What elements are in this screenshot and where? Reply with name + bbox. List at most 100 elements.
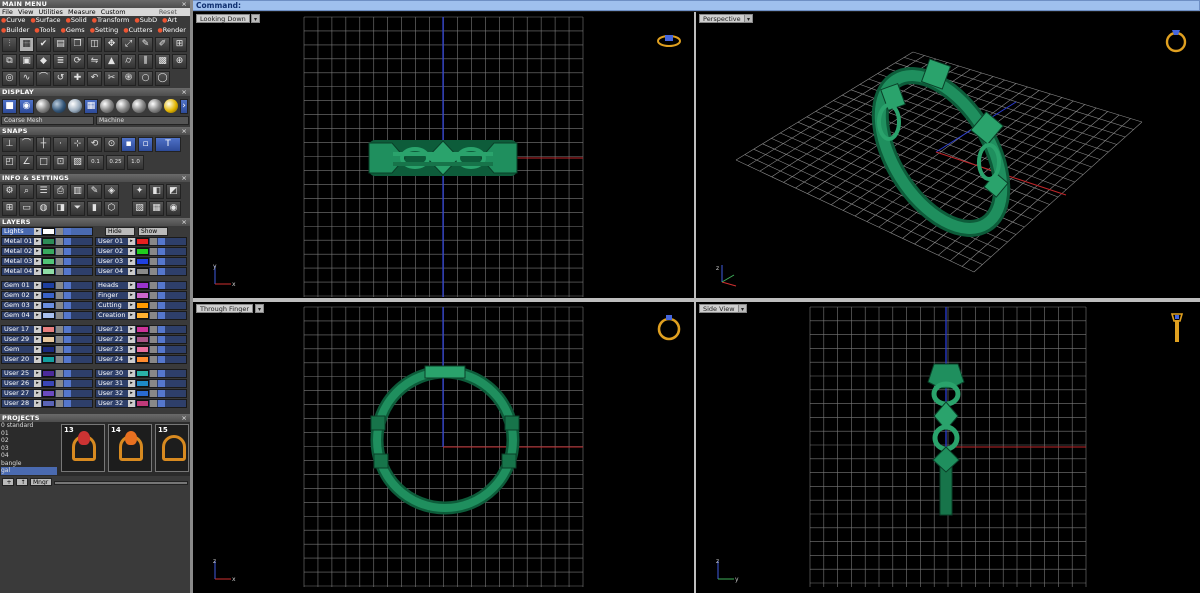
shader-ball-icon[interactable]: [100, 99, 115, 113]
menu-measure[interactable]: Measure: [68, 8, 96, 16]
layer-color-swatch[interactable]: [42, 369, 55, 377]
mesh-dropdown[interactable]: Coarse Mesh: [1, 116, 94, 125]
viewport-looking-down[interactable]: Looking Down ▾ yx: [193, 12, 694, 298]
join-icon[interactable]: ⊕: [172, 54, 187, 69]
layer-arrow-icon[interactable]: ▸: [34, 311, 41, 319]
layer-color-swatch[interactable]: [42, 389, 55, 397]
lock-icon[interactable]: [150, 257, 157, 265]
cross-icon[interactable]: ✚: [70, 71, 85, 86]
layer-item[interactable]: Metal 04 ▸: [1, 266, 93, 276]
light-icon[interactable]: ✦: [132, 184, 147, 199]
lock-icon[interactable]: [56, 379, 63, 387]
lights-layer[interactable]: Lights ▸: [1, 226, 93, 236]
layer-arrow-icon[interactable]: ▸: [128, 399, 135, 407]
layer-item[interactable]: Metal 03 ▸: [1, 256, 93, 266]
bulb-icon[interactable]: [158, 369, 165, 377]
layer-item[interactable]: User 22 ▸: [95, 334, 187, 344]
lock-icon[interactable]: [150, 237, 157, 245]
project-item[interactable]: 01: [1, 430, 57, 438]
mesh-icon[interactable]: ⬡: [104, 201, 119, 216]
grid-icon[interactable]: ▦: [19, 37, 34, 52]
layer-arrow-icon[interactable]: ▸: [34, 291, 41, 299]
camera-icon[interactable]: ◩: [166, 184, 181, 199]
layer-arrow-icon[interactable]: ▸: [34, 281, 41, 289]
bulb-icon[interactable]: [158, 281, 165, 289]
layer-item[interactable]: User 31 ▸: [95, 378, 187, 388]
project-item[interactable]: 04: [1, 452, 57, 460]
project-item[interactable]: 0 standard: [1, 422, 57, 430]
scale-icon[interactable]: ⤢: [121, 37, 136, 52]
viewport-through-finger[interactable]: Through Finger ▾ zx: [193, 302, 694, 593]
bend-icon[interactable]: ↶: [87, 71, 102, 86]
bulb-icon[interactable]: [158, 325, 165, 333]
lock-icon[interactable]: [56, 335, 63, 343]
ring-icon[interactable]: ◎: [2, 71, 17, 86]
viewport-menu-icon[interactable]: ▾: [251, 14, 260, 23]
layer-arrow-icon[interactable]: ▸: [128, 345, 135, 353]
shader-dropdown[interactable]: Machine: [96, 116, 189, 125]
module-subd[interactable]: SubD: [140, 16, 157, 24]
module-builder[interactable]: Builder: [6, 26, 29, 34]
menu-view[interactable]: View: [18, 8, 33, 16]
pen-icon[interactable]: ✎: [138, 37, 153, 52]
bulb-icon[interactable]: [64, 399, 71, 407]
layer-item[interactable]: Heads ▸: [95, 280, 187, 290]
layer-arrow-icon[interactable]: ▸: [34, 267, 41, 275]
flip-icon[interactable]: ⇋: [87, 54, 102, 69]
up-project-button[interactable]: ↑: [16, 478, 28, 486]
reset-button[interactable]: Reset: [159, 8, 177, 16]
tiles-icon[interactable]: ⊞: [2, 201, 17, 216]
shader-ball-icon[interactable]: [116, 99, 131, 113]
layer-color-swatch[interactable]: [42, 301, 55, 309]
layer-item[interactable]: User 03 ▸: [95, 256, 187, 266]
layout-icon[interactable]: ◨: [53, 201, 68, 216]
layer-color-swatch[interactable]: [42, 247, 55, 255]
module-solid[interactable]: Solid: [71, 16, 87, 24]
layer-color-swatch[interactable]: [136, 345, 149, 353]
viewport-label[interactable]: Looking Down: [196, 14, 250, 23]
lock-icon[interactable]: [56, 237, 63, 245]
layer-color-swatch[interactable]: [42, 267, 55, 275]
layer-item[interactable]: User 32 ▸: [95, 388, 187, 398]
layer-color-swatch[interactable]: [42, 281, 55, 289]
layer-arrow-icon[interactable]: ▸: [34, 247, 41, 255]
layer-item[interactable]: Gem 02 ▸: [1, 290, 93, 300]
lock-icon[interactable]: [150, 325, 157, 333]
frame-icon[interactable]: ◫: [87, 37, 102, 52]
orbit-icon[interactable]: ◯: [155, 71, 170, 86]
spiral-icon[interactable]: ֍: [121, 71, 136, 86]
bulb-icon[interactable]: [158, 257, 165, 265]
layer-item[interactable]: Gem ▸: [1, 344, 93, 354]
stack-icon[interactable]: ≣: [53, 54, 68, 69]
lock-icon[interactable]: [56, 267, 63, 275]
snap-value-2[interactable]: 0.25: [106, 155, 125, 170]
box-icon[interactable]: ▣: [19, 54, 34, 69]
bulb-icon[interactable]: [158, 345, 165, 353]
lock-icon[interactable]: [150, 345, 157, 353]
lock-icon[interactable]: [150, 399, 157, 407]
array-icon[interactable]: ⊞: [172, 37, 187, 52]
lock-icon[interactable]: [56, 311, 63, 319]
move-icon[interactable]: ✥: [104, 37, 119, 52]
layer-item[interactable]: Gem 03 ▸: [1, 300, 93, 310]
snap-plane-icon[interactable]: ▫: [138, 137, 153, 152]
menu-utilities[interactable]: Utilities: [38, 8, 62, 16]
split-icon[interactable]: ✂: [104, 71, 119, 86]
bulb-icon[interactable]: [64, 335, 71, 343]
check-icon[interactable]: ✔: [36, 37, 51, 52]
layer-color-swatch[interactable]: [136, 267, 149, 275]
layer-item[interactable]: User 02 ▸: [95, 246, 187, 256]
bulb-icon[interactable]: [158, 237, 165, 245]
layer-item[interactable]: User 30 ▸: [95, 368, 187, 378]
layer-item[interactable]: User 32 ▸: [95, 398, 187, 408]
loft-icon[interactable]: ⌒: [36, 71, 51, 86]
layer-color-swatch[interactable]: [42, 345, 55, 353]
layer-item[interactable]: Metal 01 ▸: [1, 236, 93, 246]
bulb-icon[interactable]: [64, 345, 71, 353]
layer-color-swatch[interactable]: [136, 325, 149, 333]
layer-arrow-icon[interactable]: ▸: [128, 281, 135, 289]
lock-icon[interactable]: [150, 301, 157, 309]
lock-icon[interactable]: [56, 291, 63, 299]
menu-file[interactable]: File: [2, 8, 13, 16]
snap-t-icon[interactable]: T: [155, 137, 181, 152]
